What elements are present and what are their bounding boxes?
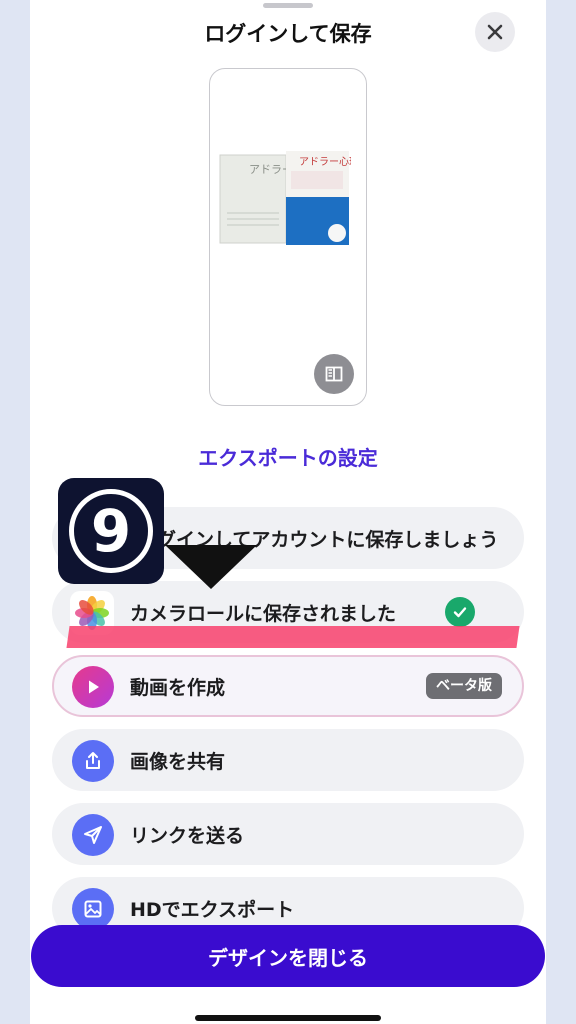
option-make-video[interactable]: 動画を作成 ベータ版 bbox=[52, 655, 524, 717]
home-indicator bbox=[195, 1015, 381, 1021]
sheet-grabber[interactable] bbox=[263, 3, 313, 8]
option-share-image[interactable]: 画像を共有 bbox=[52, 729, 524, 791]
split-view-icon bbox=[325, 366, 343, 382]
close-button[interactable] bbox=[475, 12, 515, 52]
close-design-button[interactable]: デザインを閉じる bbox=[31, 925, 545, 987]
beta-badge: ベータ版 bbox=[426, 673, 502, 699]
preview-toggle-button[interactable] bbox=[314, 354, 354, 394]
step-number-badge: 9 bbox=[58, 478, 164, 584]
export-settings-link[interactable]: エクスポートの設定 bbox=[0, 442, 576, 471]
design-preview: アドラー心理学 アドラー心理学 bbox=[209, 68, 367, 406]
send-icon bbox=[72, 814, 114, 856]
image-icon bbox=[72, 888, 114, 930]
book-right-title: アドラー心理学 bbox=[299, 155, 351, 168]
option-send-link[interactable]: リンクを送る bbox=[52, 803, 524, 865]
option-label: HDでエクスポート bbox=[130, 898, 295, 921]
share-icon bbox=[72, 740, 114, 782]
books-thumbnail: アドラー心理学 アドラー心理学 bbox=[219, 151, 351, 245]
highlight-marker bbox=[66, 626, 520, 648]
option-label: リンクを送る bbox=[130, 824, 245, 847]
play-icon bbox=[72, 666, 114, 708]
check-icon bbox=[445, 597, 475, 627]
step-number: 9 bbox=[69, 489, 153, 573]
option-label: 動画を作成 bbox=[130, 676, 226, 699]
book-right: アドラー心理学 bbox=[286, 151, 351, 245]
option-label: カメラロールに保存されました bbox=[130, 602, 397, 625]
pointer-arrow bbox=[165, 545, 257, 589]
close-icon bbox=[487, 24, 503, 40]
option-label: 画像を共有 bbox=[130, 750, 226, 773]
